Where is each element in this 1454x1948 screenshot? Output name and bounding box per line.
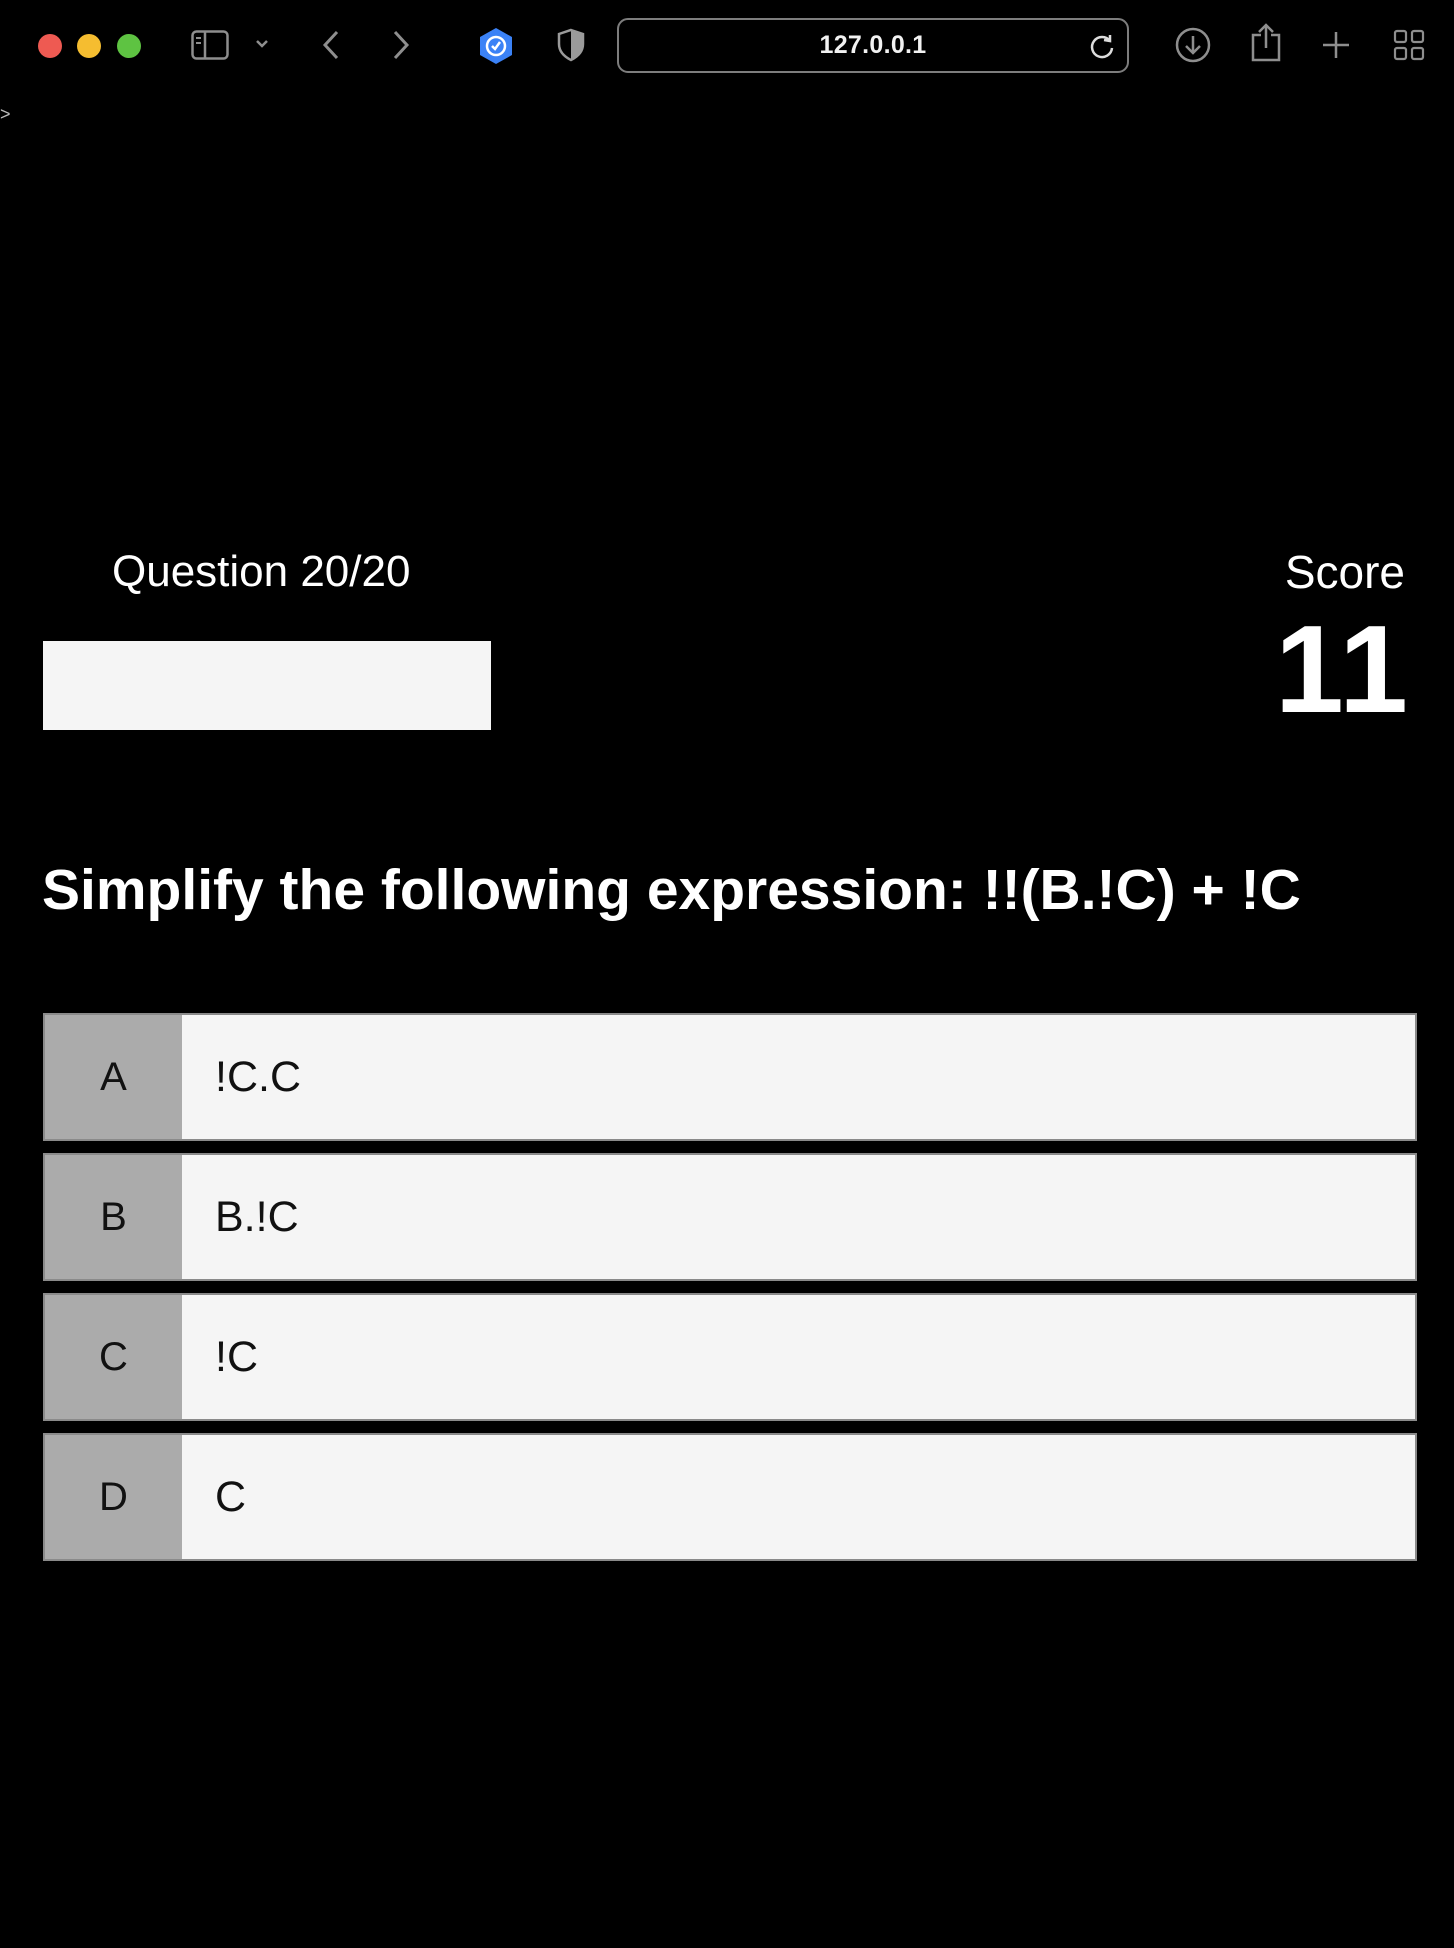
answer-text: !C.C bbox=[215, 1052, 301, 1101]
share-icon[interactable] bbox=[1248, 22, 1284, 64]
answer-text: C bbox=[215, 1472, 247, 1521]
answer-option-c[interactable]: C !C bbox=[43, 1293, 1417, 1421]
reload-icon[interactable] bbox=[1087, 32, 1117, 62]
new-tab-icon[interactable] bbox=[1319, 28, 1353, 62]
question-text: Simplify the following expression: !!(B.… bbox=[42, 858, 1301, 922]
answer-letter: D bbox=[45, 1435, 182, 1559]
answer-list: A !C.C B B.!C C !C D C bbox=[43, 1013, 1417, 1573]
answer-letter: A bbox=[45, 1015, 182, 1139]
privacy-shield-icon[interactable] bbox=[556, 27, 586, 63]
score-value: 11 bbox=[1274, 601, 1410, 739]
score-label: Score bbox=[1284, 546, 1405, 598]
browser-toolbar: 127.0.0.1 bbox=[0, 0, 1454, 92]
forward-icon[interactable] bbox=[387, 27, 415, 63]
answer-text: !C bbox=[215, 1332, 258, 1381]
answer-letter: B bbox=[45, 1155, 182, 1279]
close-window-button[interactable] bbox=[38, 34, 62, 58]
url-text: 127.0.0.1 bbox=[819, 31, 927, 59]
answer-letter: C bbox=[45, 1295, 182, 1419]
answer-option-a[interactable]: A !C.C bbox=[43, 1013, 1417, 1141]
sidebar-icon[interactable] bbox=[190, 27, 230, 63]
address-bar[interactable]: 127.0.0.1 bbox=[617, 18, 1129, 73]
progress-bar bbox=[43, 641, 491, 730]
question-counter: Question 20/20 bbox=[112, 547, 411, 596]
page-caret-text: > bbox=[0, 104, 11, 124]
minimize-window-button[interactable] bbox=[77, 34, 101, 58]
chevron-down-icon[interactable] bbox=[253, 36, 271, 52]
answer-option-b[interactable]: B B.!C bbox=[43, 1153, 1417, 1281]
maximize-window-button[interactable] bbox=[117, 34, 141, 58]
tab-overview-icon[interactable] bbox=[1392, 28, 1426, 62]
answer-option-d[interactable]: D C bbox=[43, 1433, 1417, 1561]
progress-bar-fill bbox=[43, 641, 491, 730]
download-icon[interactable] bbox=[1174, 25, 1212, 65]
answer-text: B.!C bbox=[215, 1192, 299, 1241]
extension-shield-icon[interactable] bbox=[475, 25, 517, 67]
back-icon[interactable] bbox=[317, 27, 345, 63]
